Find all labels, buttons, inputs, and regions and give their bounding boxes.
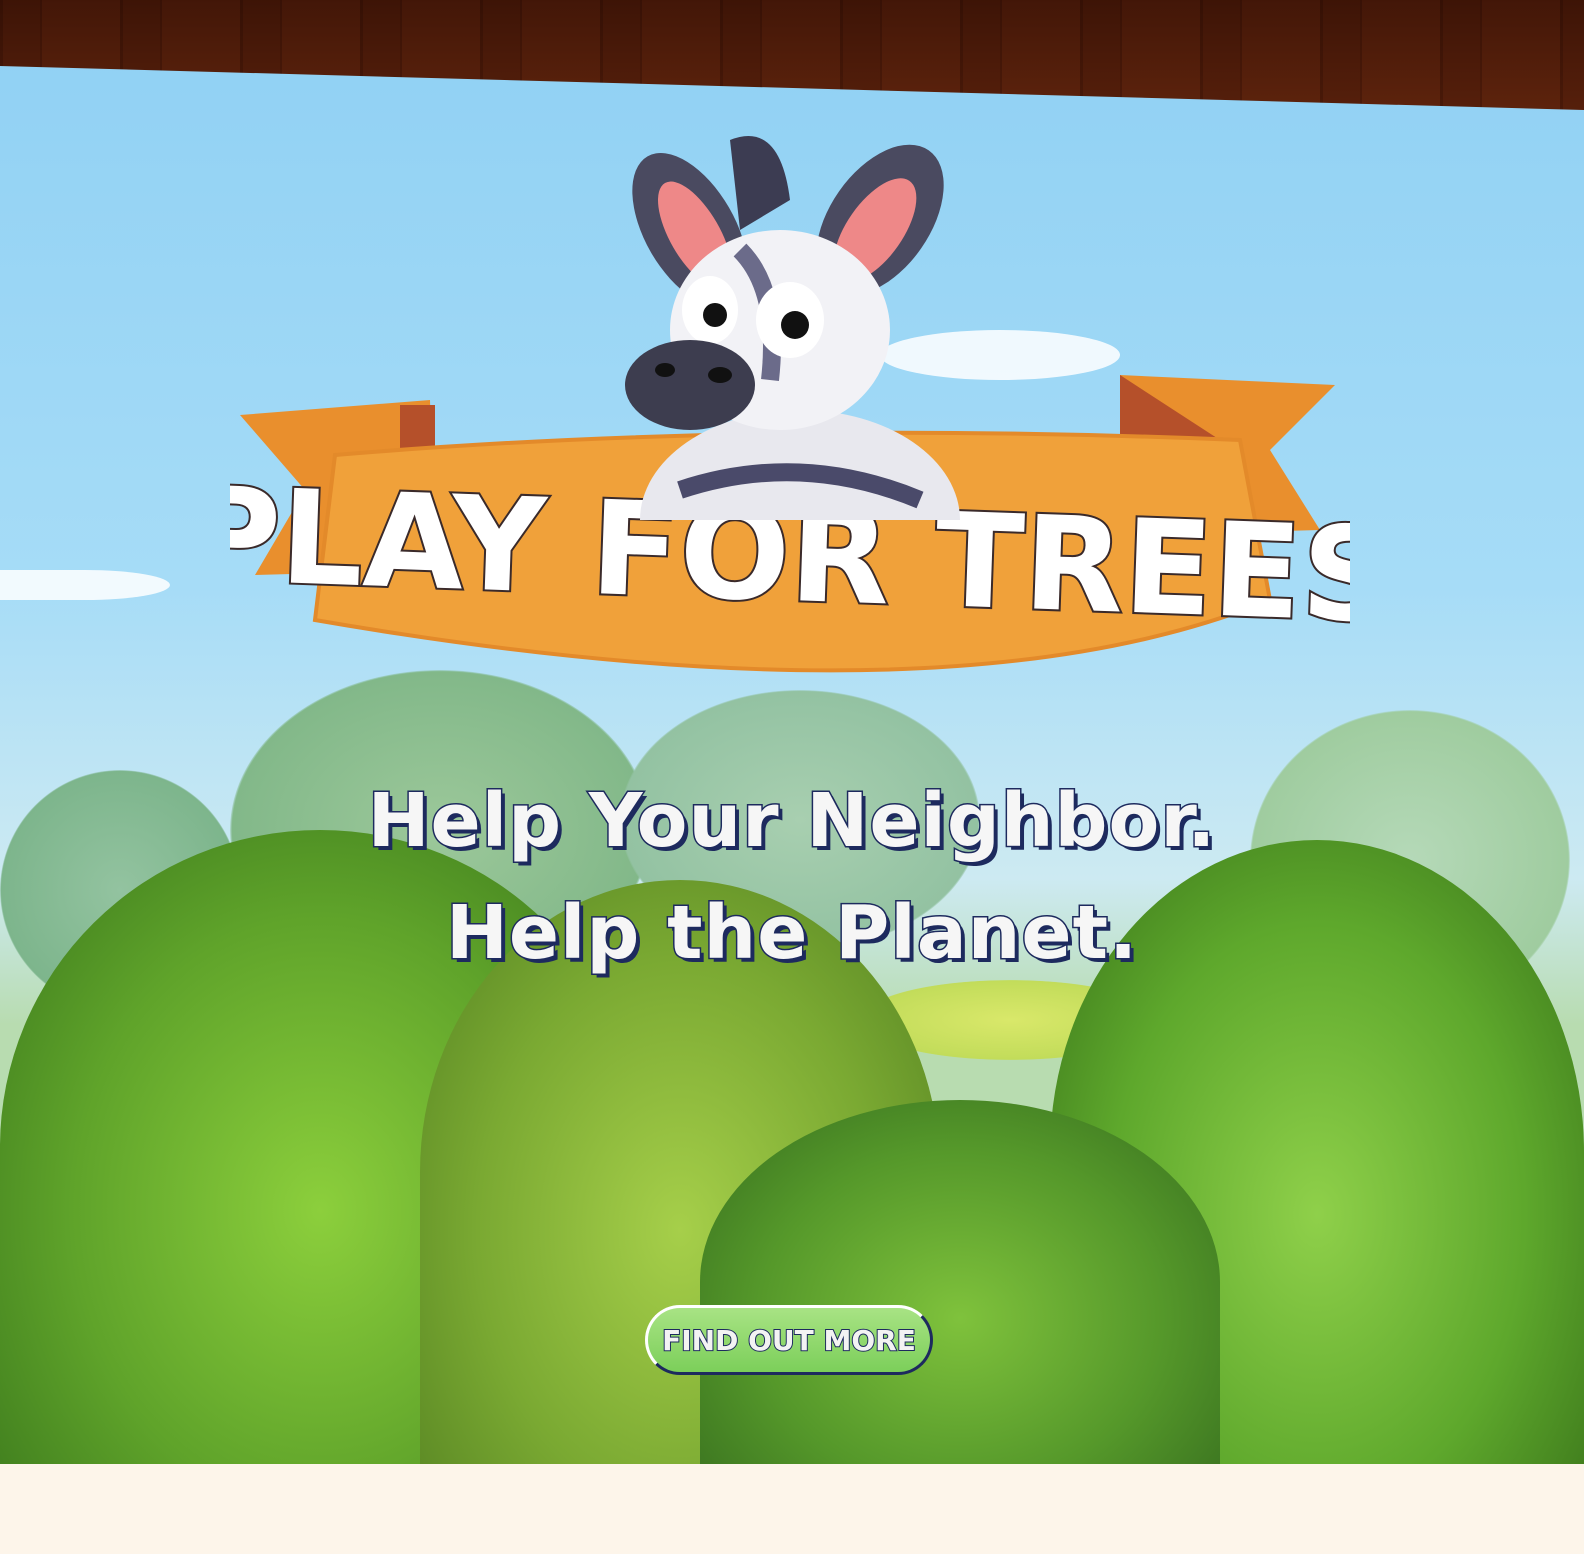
find-out-more-label: FIND OUT MORE	[661, 1323, 917, 1358]
hero-section: PLAY FOR TREES Help Your Neighbor. Help …	[0, 0, 1584, 1464]
wood-plank-header	[0, 0, 1584, 110]
cloud	[0, 570, 170, 600]
subtitle-line-2: Help the Planet.	[444, 889, 1139, 978]
find-out-more-button[interactable]: FIND OUT MORE	[645, 1305, 933, 1375]
subtitle-line-1: Help Your Neighbor.	[366, 777, 1217, 866]
zebra-mascot	[625, 136, 960, 520]
page-footer-area	[0, 1464, 1584, 1554]
